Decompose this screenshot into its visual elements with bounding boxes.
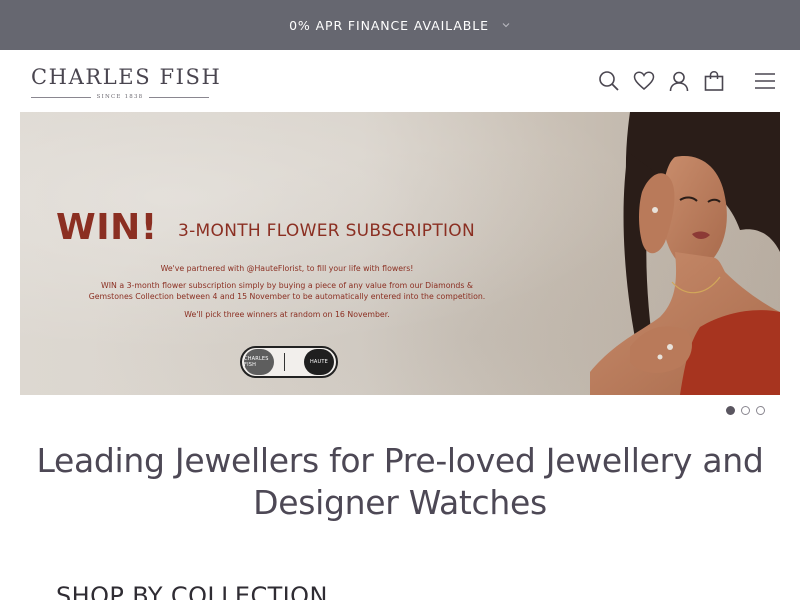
carousel-dots	[726, 406, 771, 415]
hero-copy-line2a: WIN a 3-month flower subscription simply…	[101, 281, 473, 290]
promo-bar[interactable]: 0% APR FINANCE AVAILABLE	[0, 0, 800, 50]
logo-name: CHARLES FISH	[31, 65, 222, 89]
hero-subtitle: 3-MONTH FLOWER SUBSCRIPTION	[178, 221, 476, 241]
carousel-dot-2[interactable]	[741, 406, 750, 415]
logo-since-text: SINCE 1838	[96, 94, 144, 100]
hero-banner[interactable]: WIN! 3-MONTH FLOWER SUBSCRIPTION We've p…	[20, 112, 780, 395]
heart-icon[interactable]	[632, 69, 656, 93]
hero-copy-line2: WIN a 3-month flower subscription simply…	[20, 280, 554, 302]
site-header: CHARLES FISH SINCE 1838	[0, 50, 800, 112]
account-icon[interactable]	[667, 69, 691, 93]
carousel-dot-3[interactable]	[756, 406, 765, 415]
model-image	[590, 112, 780, 395]
logo-rule-right	[149, 96, 210, 98]
bag-icon[interactable]	[702, 69, 726, 93]
hero-win-title: WIN!	[56, 207, 158, 248]
headline-line2: Designer Watches	[253, 483, 547, 522]
header-icons	[597, 69, 737, 93]
search-icon[interactable]	[597, 69, 621, 93]
promo-text[interactable]: 0% APR FINANCE AVAILABLE	[289, 18, 489, 33]
badge-charles-fish: CHARLES FISH	[244, 349, 274, 375]
headline-line1: Leading Jewellers for Pre-loved Jeweller…	[36, 441, 764, 480]
logo-rule-left	[31, 96, 91, 98]
hero-copy-line3: We'll pick three winners at random on 16…	[184, 310, 390, 319]
badge-divider	[283, 353, 285, 371]
logo[interactable]: CHARLES FISH SINCE 1838	[31, 65, 222, 102]
carousel-dot-1[interactable]	[726, 406, 735, 415]
menu-icon[interactable]	[753, 69, 777, 93]
chevron-down-icon[interactable]	[501, 20, 511, 30]
badge-haute: HAUTE	[303, 349, 334, 375]
partner-badge: CHARLES FISH HAUTE	[240, 346, 338, 378]
section-title: SHOP BY COLLECTION	[56, 582, 328, 600]
hero-copy-line2b: Gemstones Collection between 4 and 15 No…	[88, 292, 486, 301]
hero-copy-line1: We've partnered with @HauteFlorist, to f…	[160, 264, 414, 273]
page-headline: Leading Jewellers for Pre-loved Jeweller…	[20, 440, 780, 524]
logo-since: SINCE 1838	[31, 92, 210, 102]
